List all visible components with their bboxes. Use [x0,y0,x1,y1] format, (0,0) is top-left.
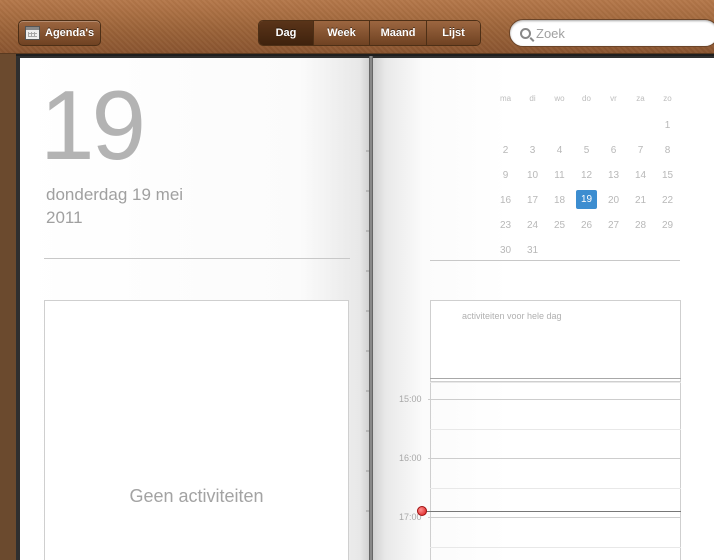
calendar-day[interactable]: 23 [492,215,519,240]
calendar-day[interactable]: 31 [519,240,546,265]
half-hour-line [430,547,681,548]
day-number: 19 [40,70,146,180]
tab-month[interactable]: Maand [369,21,426,45]
search-field[interactable] [509,19,714,47]
calendar-day[interactable]: 25 [546,215,573,240]
calendars-button[interactable]: Agenda's [18,20,101,46]
current-time-line [426,511,681,512]
calendar-day[interactable]: 24 [519,215,546,240]
divider [44,258,350,259]
hour-line [428,458,681,459]
year: 2011 [46,208,83,227]
weekday-header: do [582,94,591,103]
calendar-day[interactable]: 22 [654,190,681,215]
calendar-day-empty [600,115,627,140]
calendar-day[interactable]: 9 [492,165,519,190]
search-input[interactable] [536,25,696,41]
calendar-day-empty [573,115,600,140]
calendar-day-selected[interactable]: 19 [576,190,597,209]
calendar-day[interactable]: 20 [600,190,627,215]
tab-day[interactable]: Dag [259,21,313,45]
calendar-day[interactable]: 6 [600,140,627,165]
calendar-day[interactable]: 29 [654,215,681,240]
calendar-day[interactable]: 2 [492,140,519,165]
calendar-day[interactable]: 10 [519,165,546,190]
hour-line [428,517,681,518]
current-time-indicator [417,506,427,516]
calendar-day[interactable]: 7 [627,140,654,165]
calendar-day[interactable]: 3 [519,140,546,165]
calendar-day[interactable]: 15 [654,165,681,190]
calendar-day-empty [492,115,519,140]
calendars-button-label: Agenda's [45,27,95,39]
calendar-day-empty [600,240,627,265]
all-day-label: activiteiten voor hele dag [462,311,562,321]
calendar-day[interactable]: 4 [546,140,573,165]
hour-line [428,399,681,400]
spine-stitching [366,150,369,550]
weekday-header: zo [663,94,672,103]
mini-calendar: ma di wo do vr za zo 1 2 3 4 5 6 7 8 9 10 11 12 13 14 15 16 17 1… [492,90,682,265]
events-panel[interactable] [44,300,349,560]
half-hour-line [430,429,681,430]
calendar-day-empty [546,115,573,140]
calendar-day[interactable]: 27 [600,215,627,240]
half-hour-line [430,488,681,489]
no-events-text: Geen activiteiten [129,486,264,506]
weekday-header: vr [610,94,617,103]
calendar-day[interactable]: 21 [627,190,654,215]
search-icon [520,27,531,39]
calendar-day-empty [546,240,573,265]
calendar-day[interactable]: 28 [627,215,654,240]
calendar-day-empty [627,115,654,140]
calendar-icon [25,26,40,40]
day-timeline[interactable] [430,382,681,560]
divider [430,260,680,261]
weekday-header: za [636,94,645,103]
calendar-day[interactable]: 5 [573,140,600,165]
calendar-day[interactable]: 16 [492,190,519,215]
book-spine [369,56,373,560]
weekday-header: wo [554,94,565,103]
half-hour-line [430,382,681,383]
tab-list[interactable]: Lijst [426,21,480,45]
calendar-day-empty [654,240,681,265]
tab-week[interactable]: Week [313,21,369,45]
calendar-day-empty [627,240,654,265]
calendar-cell-wrapper: 19 [573,190,600,215]
calendar-day[interactable]: 30 [492,240,519,265]
calendar-day[interactable]: 18 [546,190,573,215]
calendar-day-empty [573,240,600,265]
calendar-day[interactable]: 26 [573,215,600,240]
calendar-day[interactable]: 12 [573,165,600,190]
weekday-date: donderdag 19 mei [46,185,184,204]
divider [430,378,681,379]
view-switcher: Dag Week Maand Lijst [258,20,481,46]
hour-label: 15:00 [399,394,422,404]
weekday-header: ma [499,94,512,103]
calendar-day[interactable]: 17 [519,190,546,215]
calendar-day[interactable]: 13 [600,165,627,190]
weekday-header: di [529,94,536,103]
hour-label: 16:00 [399,453,422,463]
calendar-day-empty [519,115,546,140]
toolbar: Agenda's Dag Week Maand Lijst [0,0,714,54]
calendar-day[interactable]: 11 [546,165,573,190]
calendar-day[interactable]: 1 [654,115,681,140]
calendar-day[interactable]: 14 [627,165,654,190]
calendar-day[interactable]: 8 [654,140,681,165]
